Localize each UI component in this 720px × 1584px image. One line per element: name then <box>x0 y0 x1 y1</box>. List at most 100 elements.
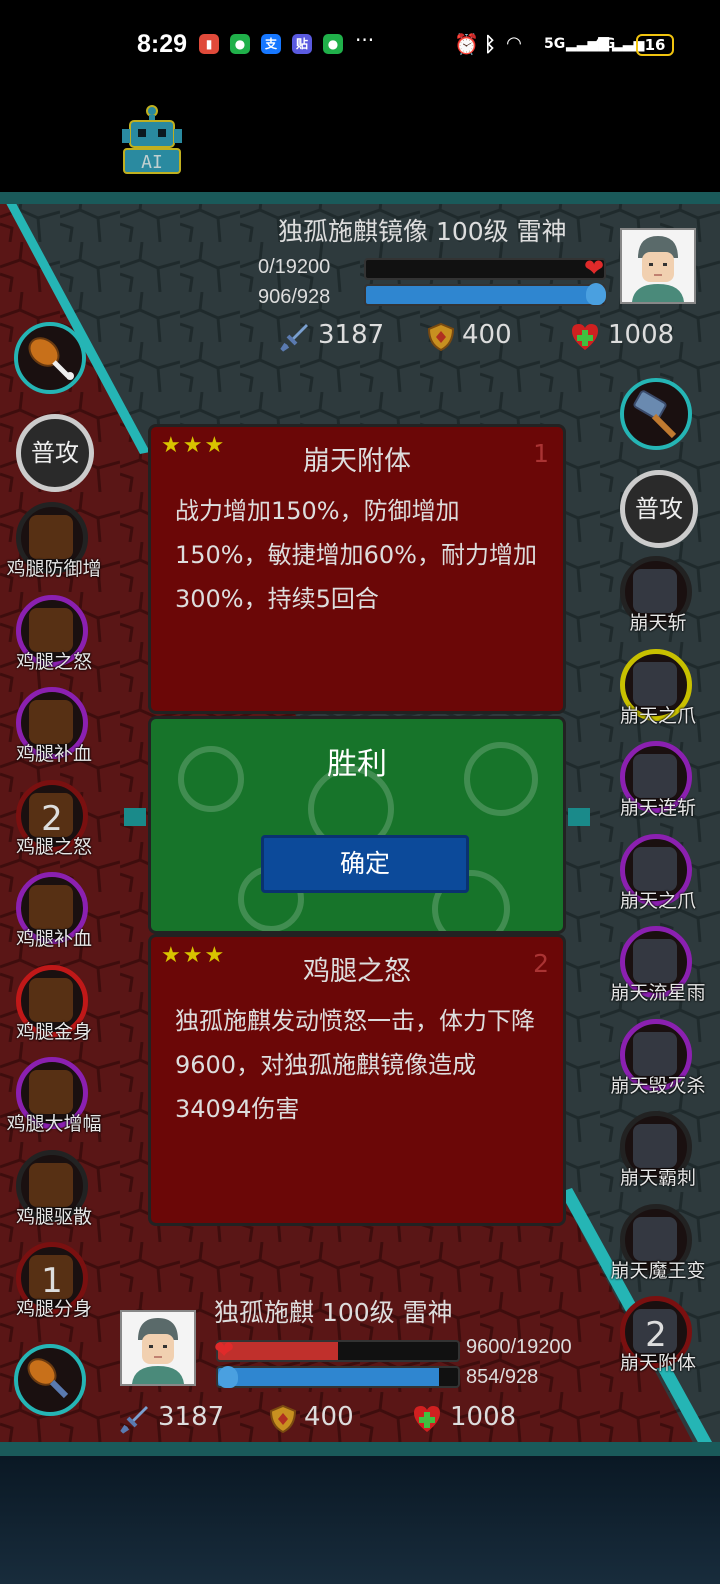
skill-label: 崩天连斩 <box>620 797 697 819</box>
chicken-leg-icon <box>29 1070 73 1114</box>
skill-card-2: ★★★ 鸡腿之怒 2 独孤施麒发动愤怒一击，体力下降9600，对独孤施麒镜像造成… <box>148 934 566 1226</box>
skill-label: 崩天霸刺 <box>620 1167 697 1189</box>
card-number: 1 <box>533 439 549 468</box>
hammer-icon <box>633 754 677 798</box>
player-avatar <box>120 1310 196 1386</box>
skill-label: 鸡腿驱散 <box>16 1205 93 1228</box>
sword-icon <box>280 324 308 352</box>
tieba-icon: 贴 <box>292 34 312 54</box>
chicken-leg-icon <box>29 515 73 559</box>
skill-label: 鸡腿之怒 <box>16 835 93 858</box>
enemy-attack: 3187 <box>318 320 385 350</box>
potion-icon <box>218 1366 238 1388</box>
card-number: 2 <box>533 949 549 978</box>
player-hp-bar <box>216 1340 460 1362</box>
bottom-area <box>0 1456 720 1584</box>
enemy-health: 1008 <box>608 320 675 350</box>
skill-label: 崩天流星雨 <box>610 982 706 1004</box>
player-attack: 3187 <box>158 1402 225 1432</box>
signal-5g: 5G <box>544 36 566 52</box>
chicken-leg-equip-button[interactable] <box>14 322 86 394</box>
chicken-leg-weapon-icon <box>27 1358 69 1399</box>
hammer-icon <box>633 1124 677 1168</box>
notification-icon: ▮ <box>199 34 219 54</box>
card-description: 战力增加150%，防御增加150%，敏捷增加60%，耐力增加300%，持续5回合 <box>175 497 537 613</box>
health-cross-icon <box>572 324 598 350</box>
skill-label: 鸡腿大增幅 <box>6 1113 102 1135</box>
hammer-icon <box>633 1216 677 1261</box>
player-health: 1008 <box>450 1402 517 1432</box>
potion-icon <box>586 283 606 305</box>
hammer-icon <box>633 846 677 891</box>
hammer-icon <box>633 939 677 983</box>
skill-label: 鸡腿补血 <box>16 743 93 765</box>
wifi-icon: ◠ <box>507 33 521 54</box>
enemy-hp-text: 0/19200 <box>258 256 331 278</box>
bluetooth-icon: ᛒ <box>484 32 496 56</box>
skill-label: 崩天毁灭杀 <box>610 1074 706 1097</box>
health-cross-icon <box>414 1406 440 1432</box>
alipay-icon: 支 <box>261 34 281 54</box>
arena-top-border <box>0 192 720 204</box>
skill-label: 鸡腿分身 <box>16 1298 93 1320</box>
enemy-avatar <box>620 228 696 304</box>
chicken-leg-icon <box>29 607 73 652</box>
arena-bottom-border <box>0 1442 720 1456</box>
left-normal-attack-button[interactable]: 普攻 <box>16 414 94 492</box>
player-mp-text: 854/928 <box>466 1366 539 1388</box>
clock: 8:29 <box>137 30 188 58</box>
player-mp-bar <box>216 1366 460 1388</box>
battery-indicator: 16 <box>636 34 674 56</box>
skill-label: 崩天附体 <box>620 1352 697 1374</box>
skill-label: 崩天之爪 <box>620 889 697 912</box>
alarm-icon: ⏰ <box>454 32 479 56</box>
skill-label: 鸡腿之怒 <box>16 650 93 673</box>
shield-icon <box>427 322 455 352</box>
hammer-icon <box>633 1031 677 1076</box>
card-title: 鸡腿之怒 <box>303 956 411 987</box>
skill-label: 鸡腿金身 <box>16 1020 93 1043</box>
chicken-leg-weapon-button[interactable] <box>14 1344 86 1416</box>
sword-icon <box>120 1406 148 1434</box>
hammer-icon <box>633 390 677 439</box>
card-title: 崩天附体 <box>303 446 411 477</box>
victory-dialog: 胜利 确定 <box>148 716 566 934</box>
skill-label: 鸡腿补血 <box>16 928 93 950</box>
chicken-leg-icon <box>29 700 73 744</box>
chicken-leg-icon <box>29 977 73 1022</box>
top-bar <box>0 92 720 192</box>
confirm-button[interactable]: 确定 <box>261 835 469 893</box>
hammer-icon <box>633 661 677 706</box>
skill-label: 鸡腿防御增 <box>6 558 102 580</box>
status-bar: 8:29 ▮ ● 支 贴 ● ··· ⏰ ᛒ ◠ 5G ▂▃▅▇ 4G ▂▃▅ … <box>0 0 720 92</box>
heart-icon: ❤ <box>584 254 605 282</box>
chicken-leg-icon <box>29 885 73 929</box>
more-icon: ··· <box>355 28 375 52</box>
skill-label: 崩天魔王变 <box>610 1259 706 1282</box>
ai-robot-button[interactable]: AI <box>120 105 184 177</box>
enemy-defense: 400 <box>462 320 512 350</box>
player-name: 独孤施麒 100级 雷神 <box>214 1298 453 1327</box>
wechat-icon: ● <box>323 34 343 54</box>
skill-label: 崩天斩 <box>629 612 687 634</box>
player-defense: 400 <box>304 1402 354 1432</box>
heart-icon: ❤ <box>214 1336 235 1364</box>
skill-card-1: ★★★ 崩天附体 1 战力增加150%，防御增加150%，敏捷增加60%，耐力增… <box>148 424 566 714</box>
right-normal-attack-button[interactable]: 普攻 <box>620 470 698 548</box>
arena-marker-left <box>124 808 146 826</box>
player-hp-text: 9600/19200 <box>466 1336 572 1358</box>
hammer-equip-button[interactable] <box>620 378 692 450</box>
card-description: 独孤施麒发动愤怒一击，体力下降9600，对独孤施麒镜像造成34094伤害 <box>175 1007 535 1123</box>
ai-label: AI <box>141 152 163 173</box>
chicken-leg-icon <box>28 337 74 380</box>
shield-icon <box>269 1404 297 1434</box>
enemy-mp-text: 906/928 <box>258 286 331 308</box>
chicken-leg-icon <box>29 1162 73 1207</box>
victory-title: 胜利 <box>327 747 387 782</box>
enemy-name: 独孤施麒镜像 100级 雷神 <box>278 217 567 246</box>
arena-marker-right <box>568 808 590 826</box>
enemy-hp-bar <box>364 258 606 280</box>
enemy-mp-bar <box>364 284 606 306</box>
skill-label: 崩天之爪 <box>620 704 697 727</box>
hammer-icon <box>633 569 677 613</box>
